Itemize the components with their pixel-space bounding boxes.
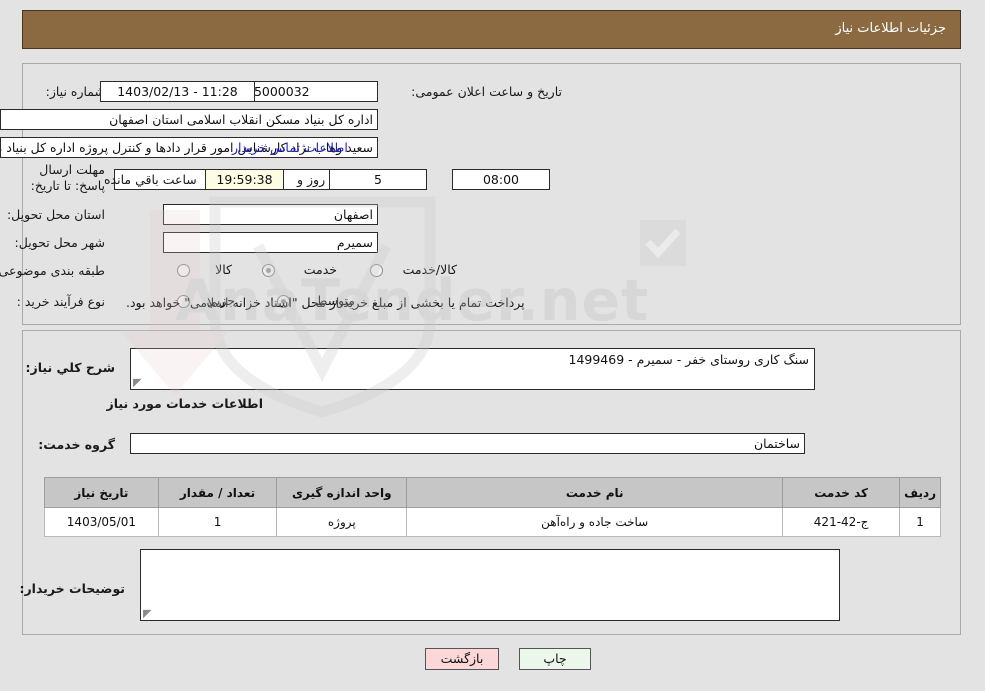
category-label: طبقه بندی موضوعی: (0, 263, 105, 278)
remaining-days-unit: روز و (297, 172, 326, 187)
radio-category-goods-label: کالا (215, 262, 232, 277)
remaining-time-value: 19:59:38 (205, 169, 284, 190)
resize-grip-icon[interactable]: ◥ (133, 376, 143, 389)
table-row: 1 ج-42-421 ساخت جاده و راه‌آهن پروژه 1 1… (44, 507, 941, 537)
general-desc-textarea[interactable]: سنگ کاری روستای خفر - سمیرم - 1499469 ◥ (130, 348, 815, 390)
payment-note: پرداخت تمام یا بخشی از مبلغ خرید،از محل … (126, 295, 525, 310)
table-header-row: ردیف کد خدمت نام خدمت واحد اندازه گیری ت… (44, 477, 941, 508)
deadline-label: مهلت ارسال پاسخ: تا تاریخ: (30, 162, 105, 193)
cell-code: ج-42-421 (782, 507, 901, 537)
col-need-date: تاریخ نیاز (44, 477, 159, 508)
col-code: کد خدمت (782, 477, 901, 508)
province-label: استان محل تحویل: (6, 207, 105, 222)
buyer-notes-label: توضیحات خریدار: (19, 581, 125, 596)
radio-category-goods-service[interactable] (370, 264, 383, 277)
items-table-wrapper: ردیف کد خدمت نام خدمت واحد اندازه گیری ت… (44, 477, 941, 537)
col-name: نام خدمت (406, 477, 784, 508)
remaining-suffix: ساعت باقي مانده (104, 172, 197, 187)
deadline-hour-value[interactable]: 08:00 (452, 169, 550, 190)
remaining-days-value[interactable]: 5 (329, 169, 427, 190)
announce-datetime-value[interactable]: 11:28 - 1403/02/13 (100, 81, 255, 102)
col-row: ردیف (899, 477, 941, 508)
service-group-value[interactable]: ساختمان (130, 433, 805, 454)
radio-category-goods[interactable] (177, 264, 190, 277)
radio-category-goods-service-label: کالا/خدمت (402, 262, 457, 277)
header-bar: جزئیات اطلاعات نیاز (22, 10, 961, 49)
city-value[interactable]: سمیرم (163, 232, 378, 253)
cell-quantity: 1 (157, 507, 278, 537)
service-group-label: گروه خدمت: (38, 437, 115, 452)
print-button[interactable]: چاپ (519, 648, 591, 670)
items-table: ردیف کد خدمت نام خدمت واحد اندازه گیری ت… (44, 477, 941, 537)
need-number-label: شماره نیاز: (45, 84, 105, 99)
page-root: AnaTender.net جزئیات اطلاعات نیاز شماره … (0, 0, 985, 691)
cell-row: 1 (899, 507, 941, 537)
services-section-title: اطلاعات خدمات مورد نیاز (106, 396, 264, 411)
announce-datetime-label: تاریخ و ساعت اعلان عمومی: (411, 84, 562, 99)
resize-grip-icon-notes[interactable]: ◥ (143, 607, 153, 620)
col-unit: واحد اندازه گیری (276, 477, 408, 508)
general-desc-value: سنگ کاری روستای خفر - سمیرم - 1499469 (568, 352, 810, 367)
cell-name: ساخت جاده و راه‌آهن (406, 507, 784, 537)
buyer-notes-textarea[interactable]: ◥ (140, 549, 840, 621)
need-info-panel (22, 63, 961, 325)
buyer-contact-link[interactable]: اطلاعات تماس خریدار (232, 140, 348, 155)
purchase-type-label: نوع فرآیند خرید : (16, 294, 105, 309)
general-desc-label: شرح کلي نیاز: (25, 360, 115, 375)
col-quantity: تعداد / مقدار (157, 477, 278, 508)
cell-unit: پروژه (276, 507, 408, 537)
radio-category-service-label: خدمت (303, 262, 337, 277)
buyer-org-value[interactable]: اداره کل بنیاد مسکن انقلاب اسلامی استان … (0, 109, 378, 130)
radio-category-service[interactable] (262, 264, 275, 277)
cell-need-date: 1403/05/01 (44, 507, 159, 537)
city-label: شهر محل تحویل: (14, 235, 105, 250)
back-button[interactable]: بازگشت (425, 648, 499, 670)
page-title: جزئیات اطلاعات نیاز (835, 21, 946, 36)
province-value[interactable]: اصفهان (163, 204, 378, 225)
